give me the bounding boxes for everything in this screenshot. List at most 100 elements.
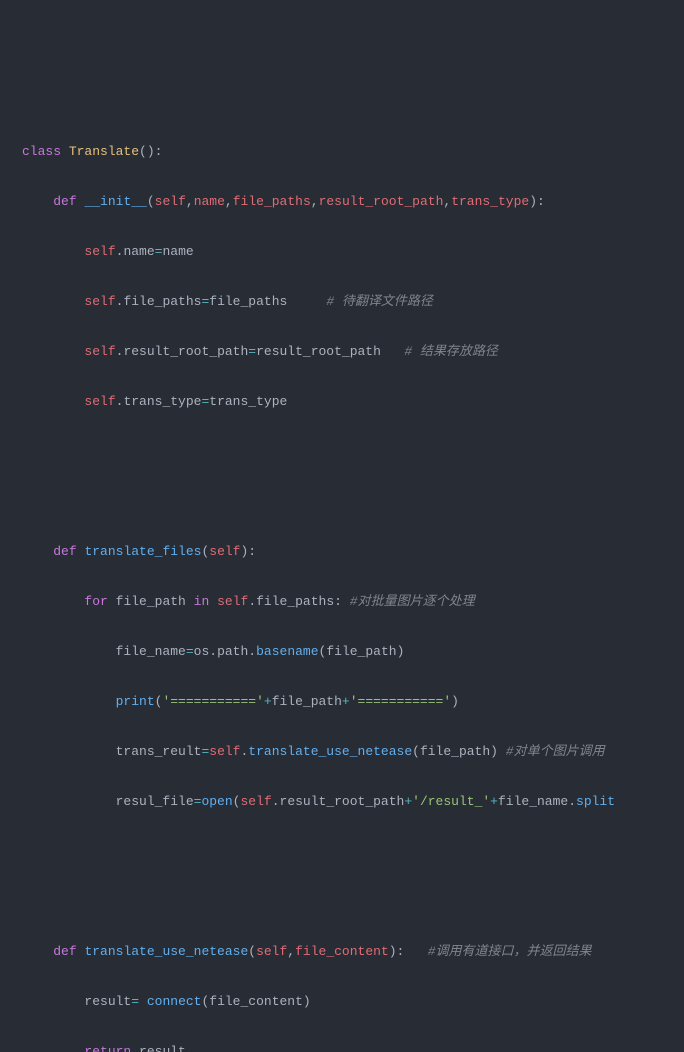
blank-line [22, 889, 684, 914]
keyword-def: def [53, 944, 76, 959]
code-line: self.name=name [22, 239, 684, 264]
punct: ) [397, 644, 405, 659]
punct: . [209, 644, 217, 659]
rhs: file_paths [209, 294, 287, 309]
keyword-for: for [84, 594, 107, 609]
keyword-def: def [53, 544, 76, 559]
punct: ): [529, 194, 545, 209]
op-assign: = [248, 344, 256, 359]
class-name: Translate [69, 144, 139, 159]
param: file_content [295, 944, 389, 959]
loop-var: file_path [116, 594, 186, 609]
op-plus: + [404, 794, 412, 809]
comment: #调用有道接口，并返回结果 [428, 944, 592, 959]
blank-line [22, 439, 684, 464]
obj: path [217, 644, 248, 659]
op-plus: + [342, 694, 350, 709]
punct: ) [303, 994, 311, 1009]
punct: ( [155, 694, 163, 709]
punct: ( [233, 794, 241, 809]
punct: ): [241, 544, 257, 559]
function-name: translate_use_netease [84, 944, 248, 959]
comment: #对批量图片逐个处理 [350, 594, 475, 609]
self: self [217, 594, 248, 609]
function-name: translate_files [84, 544, 201, 559]
code-line: def translate_files(self): [22, 539, 684, 564]
code-line: return result [22, 1039, 684, 1052]
return-val: result [139, 1044, 186, 1052]
code-line: print('==========='+file_path+'=========… [22, 689, 684, 714]
op-plus: + [264, 694, 272, 709]
var: file_name [498, 794, 568, 809]
rhs: name [162, 244, 193, 259]
attr: trans_type [123, 394, 201, 409]
param: trans_type [451, 194, 529, 209]
punct: : [334, 594, 342, 609]
code-line: self.result_root_path=result_root_path #… [22, 339, 684, 364]
comment: # 待翻译文件路径 [326, 294, 433, 309]
self: self [84, 344, 115, 359]
param: file_paths [233, 194, 311, 209]
code-line: self.file_paths=file_paths # 待翻译文件路径 [22, 289, 684, 314]
punct: . [248, 594, 256, 609]
function-name: __init__ [84, 194, 146, 209]
call-open: open [201, 794, 232, 809]
call-print: print [116, 694, 155, 709]
obj: os [194, 644, 210, 659]
code-line: trans_reult=self.translate_use_netease(f… [22, 739, 684, 764]
keyword-return: return [84, 1044, 131, 1052]
blank-line [22, 489, 684, 514]
op-assign: = [131, 994, 139, 1009]
punct: . [240, 744, 248, 759]
param: name [194, 194, 225, 209]
punct: ( [412, 744, 420, 759]
blank-line [22, 839, 684, 864]
op-assign: = [201, 744, 209, 759]
punct: . [568, 794, 576, 809]
punct: ): [389, 944, 405, 959]
punct: ) [490, 744, 498, 759]
call-split: split [576, 794, 615, 809]
punct: ( [248, 944, 256, 959]
rhs: result_root_path [256, 344, 381, 359]
param: result_root_path [319, 194, 444, 209]
var: file_path [272, 694, 342, 709]
punct: , [225, 194, 233, 209]
attr: result_root_path [280, 794, 405, 809]
lhs: result [84, 994, 131, 1009]
punct: , [287, 944, 295, 959]
punct: ( [201, 994, 209, 1009]
arg: file_content [209, 994, 303, 1009]
punct: . [272, 794, 280, 809]
comment: # 结果存放路径 [404, 344, 498, 359]
param-self: self [256, 944, 287, 959]
space [139, 994, 147, 1009]
attr: file_paths [123, 294, 201, 309]
arg: file_path [420, 744, 490, 759]
punct: ) [451, 694, 459, 709]
code-line: self.trans_type=trans_type [22, 389, 684, 414]
punct: ( [319, 644, 327, 659]
punct: ( [201, 544, 209, 559]
code-line: for file_path in self.file_paths: #对批量图片… [22, 589, 684, 614]
op-assign: = [186, 644, 194, 659]
attr: result_root_path [123, 344, 248, 359]
punct: ( [147, 194, 155, 209]
code-line: def translate_use_netease(self,file_cont… [22, 939, 684, 964]
attr: file_paths [256, 594, 334, 609]
arg: file_path [326, 644, 396, 659]
punct: (): [139, 144, 162, 159]
comment: #对单个图片调用 [506, 744, 605, 759]
code-line: def __init__(self,name,file_paths,result… [22, 189, 684, 214]
keyword-class: class [22, 144, 61, 159]
string: '===========' [162, 694, 263, 709]
punct: , [186, 194, 194, 209]
self: self [84, 244, 115, 259]
lhs: file_name [116, 644, 186, 659]
self: self [240, 794, 271, 809]
code-line: class Translate(): [22, 139, 684, 164]
punct: , [311, 194, 319, 209]
self: self [84, 394, 115, 409]
param-self: self [209, 544, 240, 559]
attr: name [123, 244, 154, 259]
